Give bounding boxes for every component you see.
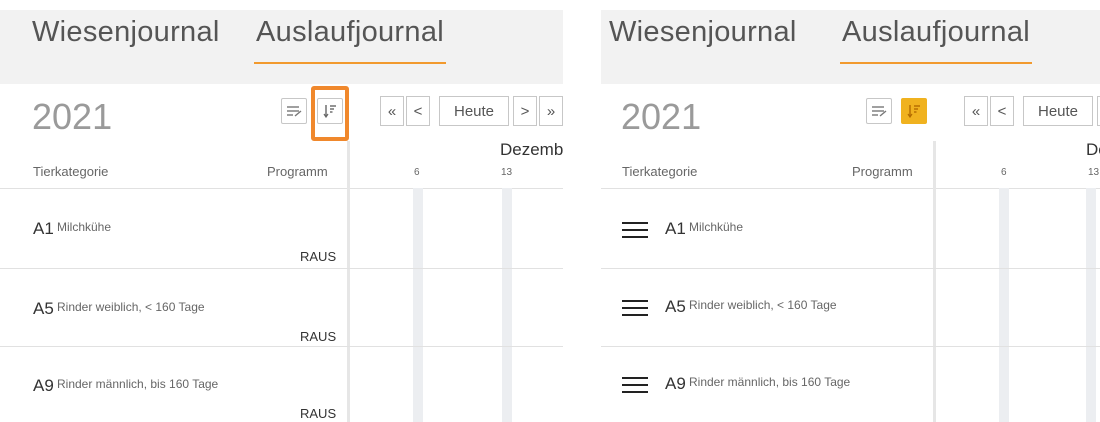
row-code: A9: [665, 374, 686, 393]
nav-prev-button[interactable]: <: [990, 96, 1014, 126]
row-code: A5: [33, 299, 54, 318]
nav-prev-button[interactable]: <: [406, 96, 430, 126]
row-code: A1: [33, 219, 54, 238]
week-label: 6: [414, 167, 420, 178]
edit-list-button[interactable]: [281, 98, 307, 124]
column-programm: Programm: [267, 164, 328, 179]
journal-panel-before: Wiesenjournal Auslaufjournal 2021 « < He…: [0, 0, 563, 422]
year-label: 2021: [621, 96, 702, 137]
list-edit-icon: [287, 106, 302, 117]
sort-filter-icon: [323, 105, 336, 118]
nav-next-button[interactable]: >: [513, 96, 537, 126]
week-label: 13: [1088, 167, 1100, 178]
sort-filter-icon: [907, 105, 920, 118]
nav-first-button[interactable]: «: [964, 96, 988, 126]
row-code: A1: [665, 219, 686, 238]
tab-auslaufjournal[interactable]: Auslaufjournal: [254, 16, 446, 64]
row-program: RAUS: [300, 249, 337, 264]
column-tierkategorie: Tierkategorie: [622, 164, 698, 179]
week-column: [502, 188, 512, 422]
today-button[interactable]: Heute: [439, 96, 509, 126]
month-label: Dezember: [500, 140, 563, 159]
tab-bar: Wiesenjournal Auslaufjournal: [601, 10, 1100, 84]
week-label: 6: [1001, 167, 1007, 178]
month-label: Dezember: [1086, 140, 1100, 159]
week-column: [1086, 188, 1096, 422]
row-description: Rinder männlich, bis 160 Tage: [57, 377, 219, 391]
header-divider: [601, 188, 1100, 189]
row-divider: [0, 346, 563, 347]
row-code: A9: [33, 376, 54, 395]
journal-panel-after: Wiesenjournal Auslaufjournal 2021 « < He…: [601, 0, 1100, 422]
row-divider: [0, 268, 563, 269]
row-description: Rinder weiblich, < 160 Tage: [689, 298, 837, 312]
row-divider: [601, 346, 1100, 347]
nav-last-button[interactable]: »: [539, 96, 563, 126]
row-description: Milchkühe: [689, 220, 744, 234]
drag-handle-icon[interactable]: [622, 300, 648, 320]
week-label: 13: [501, 167, 513, 178]
column-programm: Programm: [852, 164, 913, 179]
list-edit-icon: [872, 106, 887, 117]
week-column: [413, 188, 423, 422]
row-description: Rinder weiblich, < 160 Tage: [57, 300, 205, 314]
drag-handle-icon[interactable]: [622, 222, 648, 242]
drag-handle-icon[interactable]: [622, 377, 648, 397]
column-separator: [933, 141, 936, 422]
sort-button[interactable]: [901, 98, 927, 124]
sort-button[interactable]: [317, 98, 343, 124]
row-divider: [601, 268, 1100, 269]
nav-first-button[interactable]: «: [380, 96, 404, 126]
tab-auslaufjournal[interactable]: Auslaufjournal: [840, 16, 1032, 64]
row-description: Milchkühe: [57, 220, 112, 234]
week-column: [999, 188, 1009, 422]
column-separator: [347, 141, 350, 422]
header-divider: [0, 188, 563, 189]
tab-bar: Wiesenjournal Auslaufjournal: [0, 10, 563, 84]
row-code: A5: [665, 297, 686, 316]
tab-wiesenjournal[interactable]: Wiesenjournal: [32, 16, 220, 49]
tab-wiesenjournal[interactable]: Wiesenjournal: [609, 16, 797, 49]
today-button[interactable]: Heute: [1023, 96, 1093, 126]
edit-list-button[interactable]: [866, 98, 892, 124]
column-tierkategorie: Tierkategorie: [33, 164, 109, 179]
year-label: 2021: [32, 96, 113, 137]
row-program: RAUS: [300, 329, 337, 344]
row-description: Rinder männlich, bis 160 Tage: [689, 375, 851, 389]
row-program: RAUS: [300, 406, 337, 421]
